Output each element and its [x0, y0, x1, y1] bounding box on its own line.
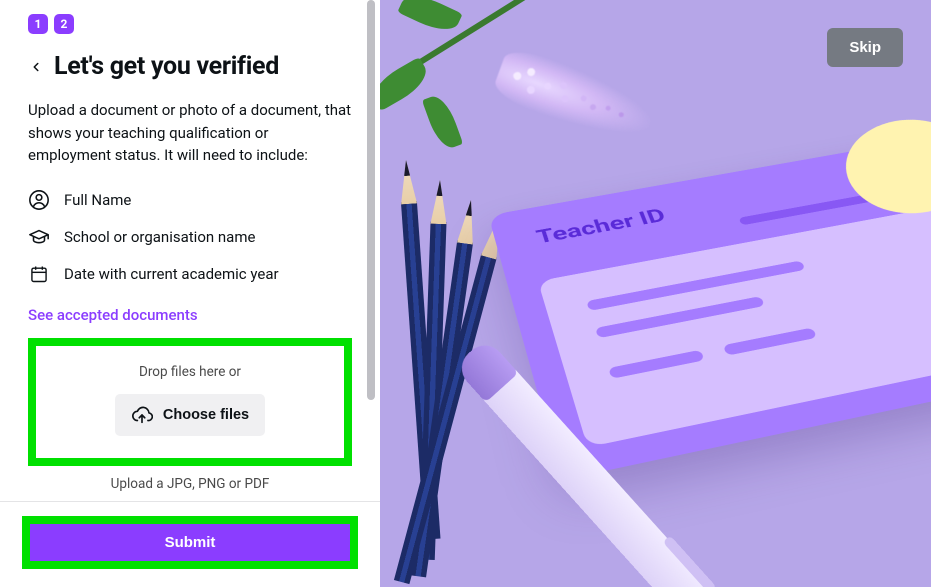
person-icon — [28, 189, 50, 211]
accepted-documents-link[interactable]: See accepted documents — [28, 306, 198, 324]
step-2-badge: 2 — [54, 14, 74, 34]
step-indicator: 1 2 — [28, 14, 352, 34]
file-dropzone[interactable]: Drop files here or Choose files — [36, 346, 344, 458]
flower-head — [491, 44, 660, 149]
dropzone-text: Drop files here or — [46, 364, 334, 380]
submit-highlight: Submit — [22, 516, 358, 569]
choose-files-label: Choose files — [163, 407, 249, 423]
calendar-icon — [28, 263, 50, 285]
description-text: Upload a document or photo of a document… — [28, 99, 352, 167]
requirement-fullname-label: Full Name — [64, 191, 131, 209]
requirements-list: Full Name School or organisation name Da… — [28, 189, 352, 285]
footer: Submit — [0, 501, 380, 587]
left-panel: 1 2 Let's get you verified Upload a docu… — [0, 0, 380, 587]
illustration-panel: Skip Teacher ID — [380, 0, 931, 587]
choose-files-button[interactable]: Choose files — [115, 394, 265, 436]
requirement-date: Date with current academic year — [28, 263, 352, 285]
submit-button[interactable]: Submit — [30, 524, 350, 561]
requirement-school: School or organisation name — [28, 226, 352, 248]
requirement-date-label: Date with current academic year — [64, 265, 279, 283]
back-icon[interactable] — [28, 59, 44, 75]
requirement-fullname: Full Name — [28, 189, 352, 211]
leaf-icon — [422, 92, 463, 152]
dropzone-highlight: Drop files here or Choose files — [28, 338, 352, 466]
step-1-badge: 1 — [28, 14, 48, 34]
requirement-school-label: School or organisation name — [64, 228, 255, 246]
skip-button[interactable]: Skip — [827, 28, 903, 67]
upload-hint: Upload a JPG, PNG or PDF — [28, 476, 352, 492]
page-title: Let's get you verified — [54, 52, 279, 81]
graduation-cap-icon — [28, 226, 50, 248]
cloud-upload-icon — [131, 404, 153, 426]
leaf-icon — [397, 0, 462, 37]
scrollbar[interactable] — [367, 0, 375, 400]
